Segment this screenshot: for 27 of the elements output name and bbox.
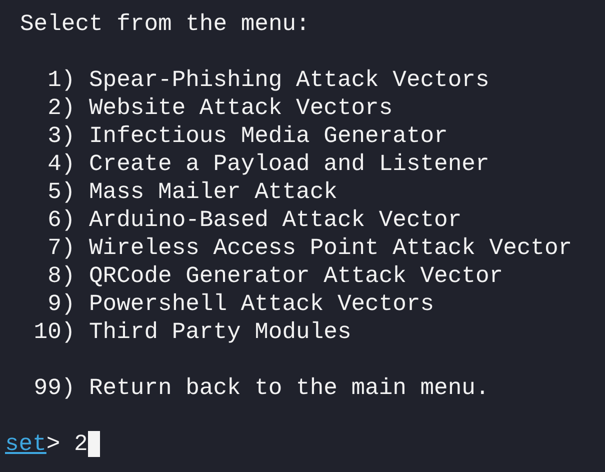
menu-option: Mass Mailer Attack	[89, 178, 338, 206]
menu-number: 4)	[46, 150, 76, 178]
menu-number: 8)	[46, 262, 76, 290]
menu-number: 2)	[46, 94, 76, 122]
command-input[interactable]: 2	[74, 430, 88, 458]
text-cursor	[88, 431, 100, 457]
menu-number: 10)	[32, 318, 76, 346]
menu-number: 7)	[46, 234, 76, 262]
prompt-symbol: >	[46, 430, 60, 458]
prompt-link[interactable]: set	[5, 430, 46, 458]
menu-option: Create a Payload and Listener	[89, 150, 490, 178]
menu-option: Infectious Media Generator	[89, 122, 448, 150]
menu-number: 9)	[46, 290, 76, 318]
menu-number: 3)	[46, 122, 76, 150]
menu-option: Third Party Modules	[89, 318, 352, 346]
menu-number: 6)	[46, 206, 76, 234]
menu-number: 5)	[46, 178, 76, 206]
menu-option: Wireless Access Point Attack Vector	[89, 234, 572, 262]
menu-option: QRCode Generator Attack Vector	[89, 262, 504, 290]
menu-option: Website Attack Vectors	[89, 94, 393, 122]
menu-option: Return back to the main menu.	[89, 374, 490, 402]
menu-heading: Select from the menu:	[20, 10, 310, 38]
menu-option: Powershell Attack Vectors	[89, 290, 434, 318]
menu-option: Arduino-Based Attack Vector	[89, 206, 462, 234]
menu-number: 99)	[32, 374, 76, 402]
menu-option: Spear-Phishing Attack Vectors	[89, 66, 490, 94]
menu-number: 1)	[46, 66, 76, 94]
